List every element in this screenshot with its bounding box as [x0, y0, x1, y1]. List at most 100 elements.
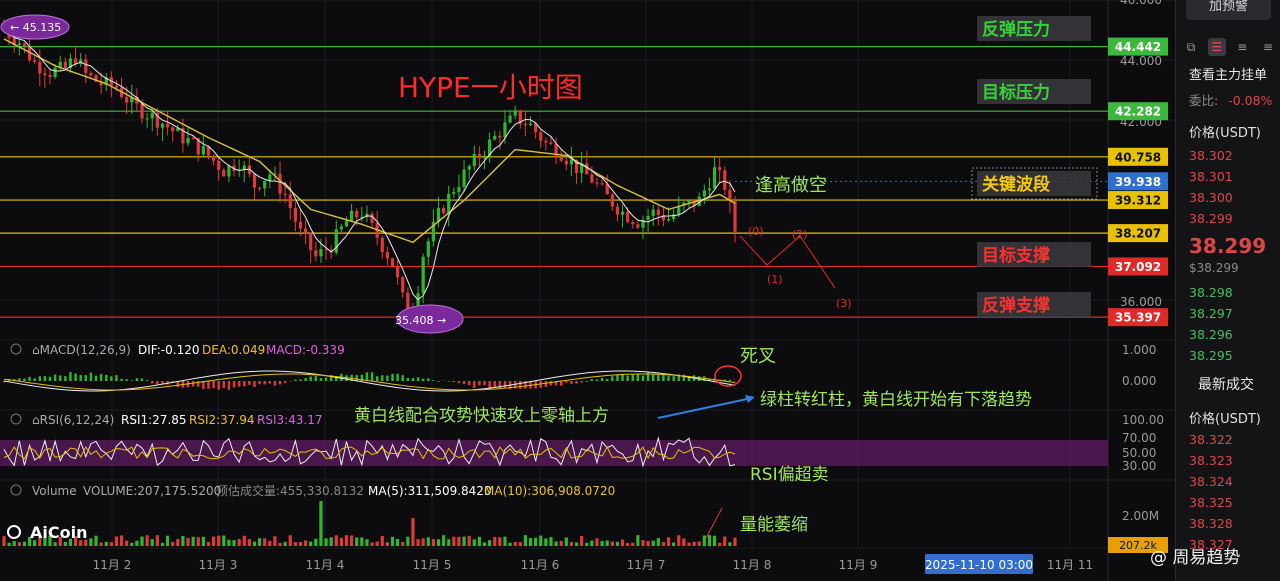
volume-bar	[53, 542, 57, 546]
volume-bar	[109, 542, 113, 546]
volume-bar	[600, 540, 604, 546]
candle-body	[590, 174, 594, 183]
candle-body	[370, 213, 374, 223]
bid-row[interactable]: 38.295	[1189, 348, 1233, 363]
ask-row[interactable]: 38.302	[1189, 148, 1233, 163]
ratio-value: -0.08%	[1228, 93, 1273, 108]
level-name-mubiao-yali: 目标压力	[982, 82, 1050, 103]
candle-body	[48, 75, 52, 77]
volume-bar	[641, 540, 645, 546]
volume-bar	[99, 542, 103, 546]
copy-icon[interactable]: ⧉	[1182, 38, 1200, 56]
trades-title[interactable]: 最新成交	[1198, 374, 1254, 394]
volume-bar	[375, 541, 379, 546]
volume-bar	[467, 535, 471, 546]
time-axis-label: 11月 5	[413, 558, 452, 572]
macd-bar	[309, 376, 312, 381]
orderbook-both-icon[interactable]: ☰	[1207, 38, 1226, 56]
volume-bar	[63, 541, 67, 546]
candle-body	[528, 123, 533, 126]
ask-row[interactable]: 38.300	[1189, 190, 1233, 205]
orderbook-sell-icon[interactable]: ≡	[1259, 38, 1277, 56]
volume-bar	[677, 535, 681, 546]
time-axis-label: 11月 2	[93, 558, 132, 572]
macd-bar	[728, 379, 732, 381]
volume-bar	[390, 536, 395, 546]
ask-row[interactable]: 38.299	[1189, 211, 1233, 226]
volume-value: VOLUME:207,175.5200	[83, 484, 221, 498]
macd-bar	[600, 378, 604, 381]
volume-bar	[702, 535, 706, 546]
trade-row[interactable]: 38.323	[1189, 453, 1233, 468]
volume-bar	[728, 542, 732, 546]
trade-row[interactable]: 38.328	[1189, 516, 1233, 531]
volume-bar	[564, 537, 568, 546]
level-name-fantan-zhicheng: 反弹支撑	[982, 295, 1050, 316]
macd-bar	[217, 381, 220, 390]
volume-bar	[135, 540, 139, 546]
candle-body	[171, 127, 175, 132]
macd-bar	[575, 381, 578, 384]
candle-body	[610, 194, 614, 207]
volume-bar	[426, 537, 430, 546]
chart-title: HYPE一小时图	[398, 71, 583, 104]
macd-bar	[110, 376, 113, 381]
volume-bar	[523, 535, 528, 546]
volume-bar	[488, 540, 492, 546]
macd-bar	[258, 381, 261, 385]
volume-note: 量能萎缩	[740, 515, 808, 535]
volume-est: 预估成交量:455,330.8132	[216, 483, 364, 498]
volume-bar	[298, 542, 303, 546]
macd-bar	[59, 375, 62, 381]
macd-bar	[191, 381, 195, 387]
bid-row[interactable]: 38.296	[1189, 327, 1233, 342]
macd-bar	[304, 378, 307, 381]
price-tag-label: 39.938	[1115, 175, 1161, 189]
macd-axis: 1.000	[1122, 343, 1156, 357]
macd-bar	[84, 375, 87, 381]
macd-bar	[355, 375, 358, 381]
volume-bar	[687, 542, 691, 546]
candle-body	[631, 222, 635, 225]
volume-bar	[181, 535, 185, 546]
candle-body	[477, 153, 482, 159]
volume-bar	[22, 541, 27, 546]
price-tag-label: 37.092	[1115, 260, 1161, 274]
candle-body	[73, 58, 78, 64]
orderbook-buy-icon[interactable]: ≡	[1233, 38, 1251, 56]
macd-bar	[365, 372, 369, 381]
bid-row[interactable]: 38.297	[1189, 306, 1233, 321]
macd-note-left: 黄白线配合攻势快速攻上零轴上方	[354, 406, 609, 426]
volume-bar	[574, 542, 579, 546]
trade-row[interactable]: 38.324	[1189, 474, 1233, 489]
macd-bar	[626, 375, 629, 381]
volume-bar	[554, 541, 558, 546]
macd-bar	[432, 380, 435, 381]
candle-body	[350, 210, 354, 221]
macd-bar	[503, 381, 507, 389]
macd-bar	[580, 381, 583, 383]
level-name-fantan-yali: 反弹压力	[982, 19, 1050, 40]
volume-bar	[631, 542, 635, 546]
candle-body	[257, 187, 262, 189]
orderbook-title[interactable]: 查看主力挂单	[1189, 64, 1267, 83]
wave-label: (0)	[748, 225, 764, 238]
volume-bar	[712, 535, 717, 546]
add-alert-button[interactable]: 加预警	[1186, 0, 1271, 20]
volume-bar	[171, 541, 175, 546]
volume-bar	[314, 538, 318, 546]
volume-bar	[140, 536, 144, 546]
trade-row[interactable]: 38.325	[1189, 495, 1233, 510]
volume-bar	[206, 541, 211, 546]
trade-row[interactable]: 38.322	[1189, 432, 1233, 447]
volume-bar	[513, 542, 517, 546]
bid-row[interactable]: 38.298	[1189, 285, 1233, 300]
volume-bar	[396, 539, 400, 546]
volume-bar	[672, 542, 676, 546]
kline-chart[interactable]: ⌂MACD(12,26,9) DIF:-0.120 DEA:0.049 MACD:-0…	[0, 0, 1175, 581]
macd-bar	[672, 376, 675, 381]
candle-body	[723, 170, 727, 190]
volume-bar	[114, 536, 119, 546]
ask-row[interactable]: 38.301	[1189, 169, 1233, 184]
candle-body	[718, 167, 722, 171]
